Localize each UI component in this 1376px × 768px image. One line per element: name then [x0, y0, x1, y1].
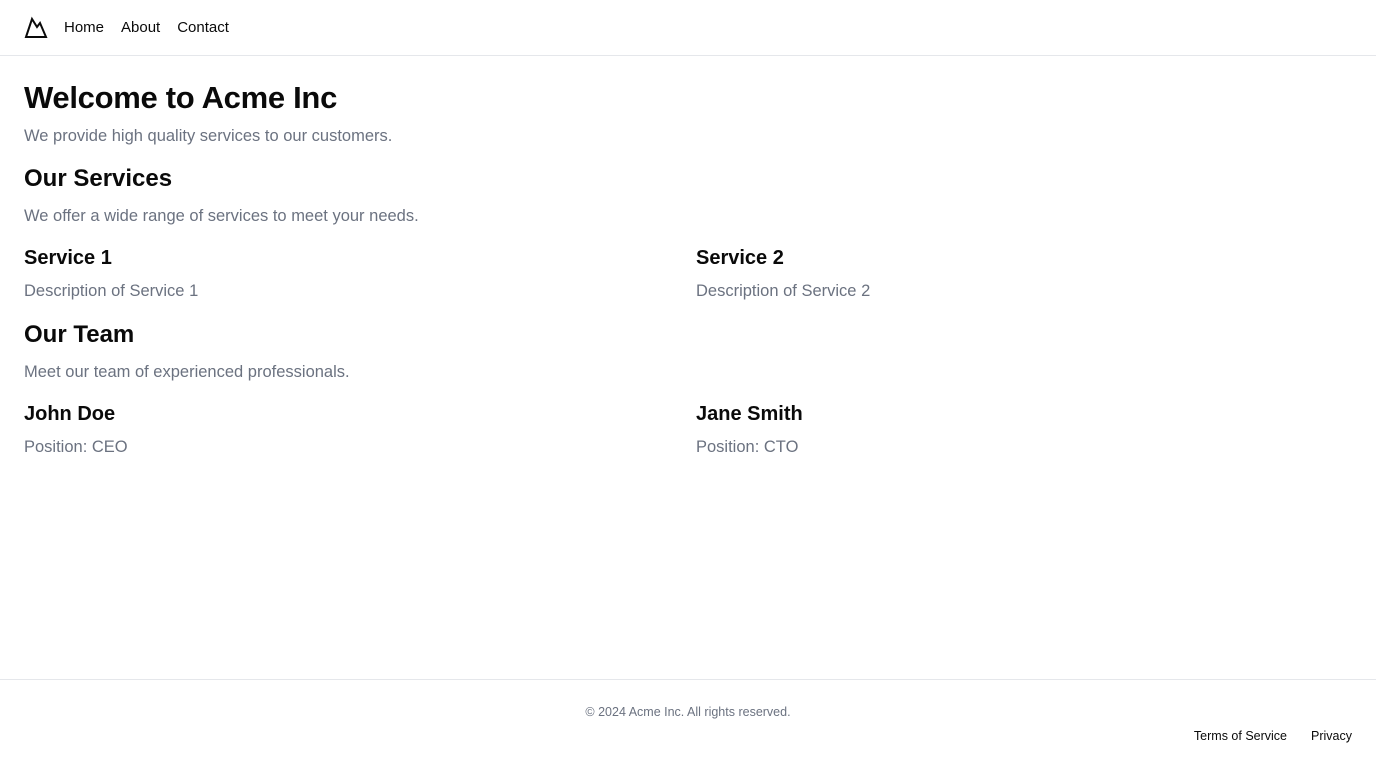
copyright-text: © 2024 Acme Inc. All rights reserved.	[585, 705, 791, 719]
service-card: Service 1 Description of Service 1	[24, 245, 664, 302]
main-nav: Home About Contact	[64, 18, 246, 38]
service-name: Service 2	[696, 247, 784, 269]
member-name: Jane Smith	[696, 403, 803, 425]
nav-link-about[interactable]: About	[121, 18, 160, 38]
team-heading: Our Team	[24, 321, 135, 348]
nav-link-home[interactable]: Home	[64, 18, 104, 38]
service-description: Description of Service 1	[24, 282, 199, 300]
site-header: Home About Contact	[0, 0, 1376, 56]
member-position: Position: CEO	[24, 438, 128, 456]
member-position: Position: CTO	[696, 438, 799, 456]
footer-link-privacy[interactable]: Privacy	[1311, 728, 1352, 744]
team-subtitle: Meet our team of experienced professiona…	[24, 363, 350, 381]
service-card: Service 2 Description of Service 2	[696, 245, 1336, 302]
team-member-card: Jane Smith Position: CTO	[696, 401, 1336, 458]
footer-nav: Terms of Service Privacy	[1170, 728, 1352, 744]
service-name: Service 1	[24, 247, 112, 269]
page: Home About Contact Welcome to Acme Inc W…	[0, 0, 1376, 768]
nav-link-contact[interactable]: Contact	[177, 18, 229, 38]
page-title: Welcome to Acme Inc	[24, 80, 338, 115]
footer-link-terms[interactable]: Terms of Service	[1194, 728, 1287, 744]
team-member-card: John Doe Position: CEO	[24, 401, 664, 458]
hero-subtitle: We provide high quality services to our …	[24, 127, 393, 145]
site-footer: © 2024 Acme Inc. All rights reserved. Te…	[0, 679, 1376, 768]
services-subtitle: We offer a wide range of services to mee…	[24, 207, 419, 225]
service-description: Description of Service 2	[696, 282, 871, 300]
services-heading: Our Services	[24, 165, 173, 192]
mountain-icon[interactable]	[24, 16, 48, 40]
member-name: John Doe	[24, 403, 116, 425]
